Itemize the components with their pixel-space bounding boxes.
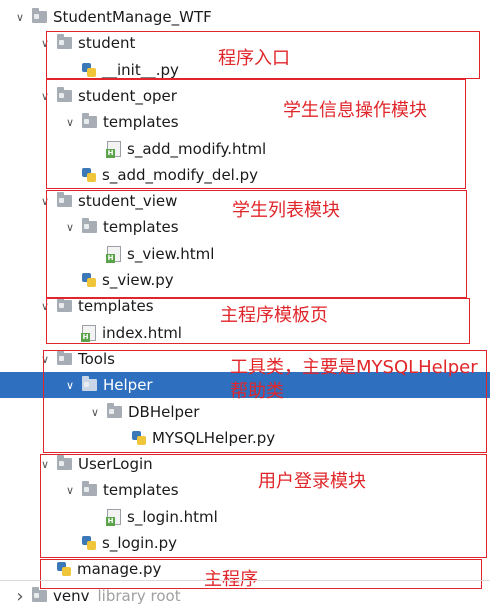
- tree-row[interactable]: s_login.py: [0, 530, 490, 556]
- annotation-text-main-template: 主程序模板页: [220, 305, 328, 326]
- tree-item-label: DBHelper: [128, 403, 200, 421]
- chevron-down-icon[interactable]: ∨: [37, 37, 53, 50]
- python-file-icon: [82, 63, 96, 77]
- tree-item-label: templates: [78, 297, 154, 315]
- tree-item-label: s_login.py: [102, 534, 178, 552]
- tree-row[interactable]: ∨ templates: [0, 477, 490, 503]
- tree-item-label: student: [78, 34, 136, 52]
- tree-item-label: s_login.html: [127, 508, 218, 526]
- annotation-text-entry: 程序入口: [218, 48, 290, 69]
- tree-item-label: s_add_modify.html: [127, 140, 267, 158]
- tree-row[interactable]: Hs_add_modify.html: [0, 136, 490, 162]
- tree-item-label: MYSQLHelper.py: [152, 429, 276, 447]
- chevron-down-icon[interactable]: ∨: [62, 221, 78, 234]
- folder-icon: [57, 192, 72, 207]
- tree-item-label: UserLogin: [78, 455, 153, 473]
- tree-row[interactable]: MYSQLHelper.py: [0, 425, 490, 451]
- tree-item-label: templates: [103, 481, 179, 499]
- annotation-text-student-view: 学生列表模块: [232, 200, 340, 221]
- tree-row[interactable]: ∨ UserLogin: [0, 451, 490, 477]
- folder-icon: [82, 218, 97, 233]
- chevron-down-icon[interactable]: ∨: [87, 406, 103, 419]
- annotation-text-main-program: 主程序: [204, 569, 258, 590]
- folder-icon: [57, 350, 72, 365]
- folder-icon: [82, 376, 97, 391]
- tree-item-label: s_view.py: [102, 271, 174, 289]
- separator-line: [0, 580, 490, 581]
- chevron-down-icon[interactable]: ∨: [37, 195, 53, 208]
- tree-item-label: manage.py: [77, 560, 162, 578]
- chevron-right-icon[interactable]: ›: [12, 586, 28, 607]
- chevron-down-icon[interactable]: ∨: [37, 300, 53, 313]
- annotation-text-tools: 工具类，主要是MYSQLHelper帮助类: [230, 357, 478, 402]
- chevron-down-icon[interactable]: ∨: [62, 379, 78, 392]
- folder-icon: [57, 34, 72, 49]
- tree-row[interactable]: s_add_modify_del.py: [0, 162, 490, 188]
- python-file-icon: [82, 536, 96, 550]
- folder-icon: [82, 113, 97, 128]
- folder-icon: [32, 8, 47, 23]
- tree-item-label: student_view: [78, 192, 178, 210]
- tree-item-label: s_view.html: [127, 245, 215, 263]
- tree-item-label: StudentManage_WTF: [53, 8, 212, 26]
- chevron-down-icon[interactable]: ∨: [37, 458, 53, 471]
- library-root-hint: library root: [97, 587, 181, 605]
- annotation-text-student-oper: 学生信息操作模块: [283, 100, 427, 121]
- html-file-icon: H: [106, 509, 121, 526]
- tree-item-label: Tools: [78, 350, 115, 368]
- tree-item-label: templates: [103, 218, 179, 236]
- tree-item-label: index.html: [102, 324, 182, 342]
- tree-row[interactable]: Hs_login.html: [0, 504, 490, 530]
- tree-row[interactable]: Hs_view.html: [0, 241, 490, 267]
- python-file-icon: [82, 273, 96, 287]
- chevron-down-icon[interactable]: ∨: [62, 116, 78, 129]
- folder-icon: [57, 87, 72, 102]
- folder-icon: [82, 481, 97, 496]
- tree-row[interactable]: s_view.py: [0, 267, 490, 293]
- tree-row[interactable]: ∨ StudentManage_WTF: [0, 4, 490, 30]
- html-file-icon: H: [106, 141, 121, 158]
- chevron-down-icon[interactable]: ∨: [37, 353, 53, 366]
- html-file-icon: H: [81, 325, 96, 342]
- chevron-down-icon[interactable]: ∨: [12, 11, 28, 24]
- chevron-down-icon[interactable]: ∨: [62, 484, 78, 497]
- python-file-icon: [57, 562, 71, 576]
- folder-icon: [57, 455, 72, 470]
- chevron-down-icon[interactable]: ∨: [37, 90, 53, 103]
- tree-item-label: __init__.py: [102, 61, 179, 79]
- annotation-text-userlogin: 用户登录模块: [258, 471, 366, 492]
- tree-item-label: venv: [53, 587, 90, 605]
- folder-icon: [32, 587, 47, 602]
- tree-item-label: Helper: [103, 376, 153, 394]
- tree-item-label: templates: [103, 113, 179, 131]
- folder-icon: [57, 297, 72, 312]
- python-file-icon: [82, 168, 96, 182]
- python-file-icon: [132, 431, 146, 445]
- html-file-icon: H: [106, 246, 121, 263]
- tree-item-label: student_oper: [78, 87, 177, 105]
- tree-item-label: s_add_modify_del.py: [102, 166, 259, 184]
- folder-icon: [107, 403, 122, 418]
